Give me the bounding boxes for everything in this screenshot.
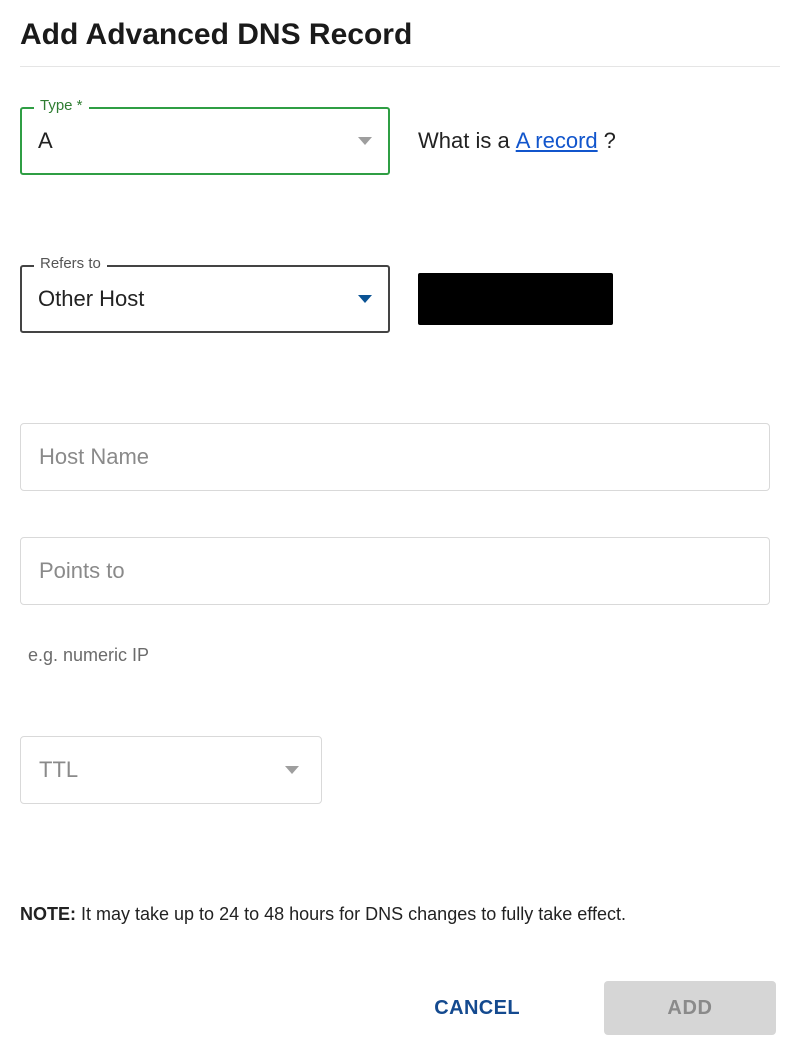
chevron-down-icon bbox=[358, 137, 372, 145]
type-select-value: A bbox=[38, 128, 53, 154]
add-button[interactable]: ADD bbox=[604, 981, 776, 1035]
refers-label: Refers to bbox=[34, 255, 107, 272]
ttl-row: TTL bbox=[20, 736, 780, 804]
refers-select[interactable]: Other Host bbox=[20, 265, 390, 333]
type-select[interactable]: A bbox=[20, 107, 390, 175]
refers-select-wrapper: Refers to Other Host bbox=[20, 265, 390, 333]
ttl-placeholder: TTL bbox=[39, 757, 78, 783]
chevron-down-icon bbox=[358, 295, 372, 303]
pointsto-input[interactable]: Points to bbox=[20, 537, 770, 605]
dialog-title: Add Advanced DNS Record bbox=[20, 18, 780, 52]
type-label: Type * bbox=[34, 97, 89, 114]
type-row: Type * A What is a A record ? bbox=[20, 107, 780, 175]
type-select-wrapper: Type * A bbox=[20, 107, 390, 175]
refers-row: Refers to Other Host bbox=[20, 265, 780, 333]
divider bbox=[20, 66, 780, 67]
cancel-button[interactable]: CANCEL bbox=[434, 997, 520, 1020]
ttl-select[interactable]: TTL bbox=[20, 736, 322, 804]
pointsto-placeholder: Points to bbox=[39, 558, 125, 584]
a-record-link[interactable]: A record bbox=[516, 128, 598, 154]
note-body: It may take up to 24 to 48 hours for DNS… bbox=[76, 904, 626, 924]
chevron-down-icon bbox=[285, 766, 299, 774]
hostname-placeholder: Host Name bbox=[39, 444, 149, 470]
dialog-buttons: CANCEL ADD bbox=[20, 981, 780, 1035]
refers-select-value: Other Host bbox=[38, 286, 144, 312]
type-help-suffix: ? bbox=[604, 128, 616, 154]
hostname-input[interactable]: Host Name bbox=[20, 423, 770, 491]
note-label: NOTE: bbox=[20, 904, 76, 924]
type-help-prefix: What is a bbox=[418, 128, 510, 154]
pointsto-hint: e.g. numeric IP bbox=[20, 645, 780, 666]
redacted-block bbox=[418, 273, 613, 325]
note-text: NOTE: It may take up to 24 to 48 hours f… bbox=[20, 904, 780, 925]
type-help-text: What is a A record ? bbox=[418, 128, 616, 154]
dns-add-dialog: Add Advanced DNS Record Type * A What is… bbox=[0, 0, 800, 1055]
